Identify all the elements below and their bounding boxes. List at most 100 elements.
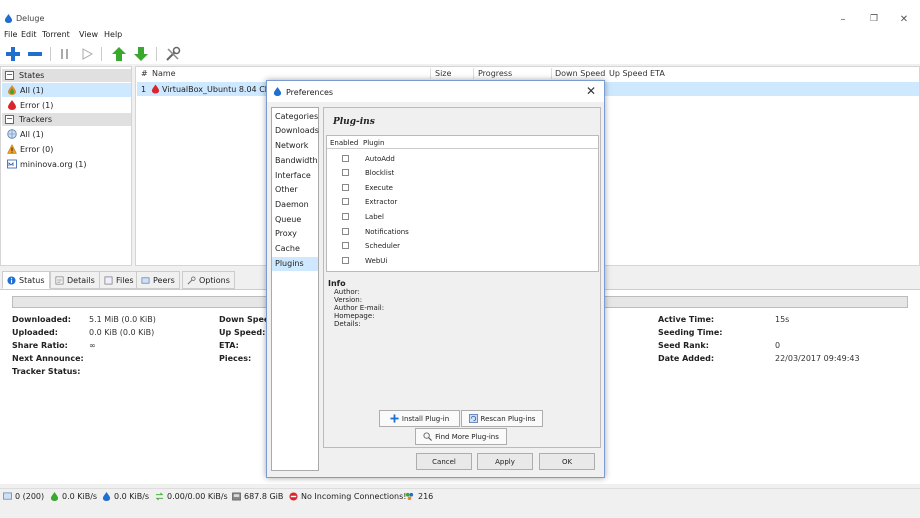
apply-button[interactable]: Apply <box>477 453 533 470</box>
collapse-icon[interactable]: − <box>5 115 14 124</box>
plugin-name: Label <box>365 213 384 221</box>
enable-checkbox[interactable] <box>342 257 349 264</box>
close-icon[interactable]: ✕ <box>896 14 912 25</box>
no-incoming-icon[interactable] <box>289 492 298 501</box>
enable-checkbox[interactable] <box>342 228 349 235</box>
restore-icon[interactable]: ❐ <box>866 14 882 24</box>
category-plugins[interactable]: Plugins <box>272 257 318 271</box>
ok-button[interactable]: OK <box>539 453 595 470</box>
category-other[interactable]: Other <box>272 183 318 197</box>
tab-details[interactable]: Details <box>50 271 100 289</box>
dht-nodes-icon <box>405 492 414 501</box>
enable-checkbox[interactable] <box>342 184 349 191</box>
rescan-plugins-button[interactable]: Rescan Plug-ins <box>461 410 543 427</box>
column-header-eta[interactable]: ETA <box>650 69 665 78</box>
collapse-icon[interactable]: − <box>5 71 14 80</box>
info-header: Info <box>328 279 346 288</box>
resume-button[interactable] <box>78 45 96 63</box>
category-bandwidth[interactable]: Bandwidth <box>272 154 318 168</box>
plugin-info-section: Info Author: Version: Author E-mail: Hom… <box>328 279 384 328</box>
info-author-email: Author E-mail: <box>334 304 385 312</box>
plugin-row[interactable]: WebUi <box>327 254 598 268</box>
row-index: 1 <box>141 85 147 94</box>
sidebar-item-tracker-error[interactable]: Error (0) <box>2 142 131 156</box>
column-header-size[interactable]: Size <box>435 69 451 78</box>
add-torrent-button[interactable] <box>4 45 22 63</box>
category-queue[interactable]: Queue <box>272 213 318 227</box>
plugin-row[interactable]: Label <box>327 210 598 224</box>
states-header-label: States <box>19 71 45 80</box>
pane-title: Plug-ins <box>333 117 375 127</box>
all-icon <box>8 85 16 95</box>
info-author: Author: <box>334 288 360 296</box>
category-interface[interactable]: Interface <box>272 169 318 183</box>
column-header-progress[interactable]: Progress <box>478 69 512 78</box>
menu-view[interactable]: View <box>79 30 98 39</box>
connections-icon[interactable] <box>3 492 12 501</box>
status-bar: 0 (200) 0.0 KiB/s 0.0 KiB/s 0.00/0.00 Ki… <box>0 488 920 504</box>
plugin-row[interactable]: Extractor <box>327 195 598 209</box>
queue-down-button[interactable] <box>132 45 150 63</box>
find-more-plugins-button[interactable]: Find More Plug-ins <box>415 428 507 445</box>
enable-checkbox[interactable] <box>342 169 349 176</box>
category-downloads[interactable]: Downloads <box>272 124 319 138</box>
sidebar-item-tracker-all[interactable]: All (1) <box>2 127 131 141</box>
sidebar-item-state-error[interactable]: Error (1) <box>2 98 131 112</box>
wrench-screwdriver-icon <box>166 46 181 61</box>
column-separator <box>473 68 474 79</box>
enable-checkbox[interactable] <box>342 198 349 205</box>
deluge-app-icon <box>273 87 282 96</box>
plugin-row[interactable]: Blocklist <box>327 166 598 180</box>
dialog-close-icon[interactable]: ✕ <box>586 84 596 98</box>
tab-options[interactable]: Options <box>182 271 235 289</box>
remove-torrent-button[interactable] <box>26 45 44 63</box>
enable-checkbox[interactable] <box>342 213 349 220</box>
plugin-row[interactable]: AutoAdd <box>327 152 598 166</box>
preferences-button[interactable] <box>164 45 182 63</box>
pause-button[interactable] <box>56 45 74 63</box>
category-cache[interactable]: Cache <box>272 242 318 256</box>
menu-file[interactable]: File <box>4 30 17 39</box>
column-header-up-speed[interactable]: Up Speed <box>609 69 648 78</box>
category-network[interactable]: Network <box>272 139 318 153</box>
up-speed-label: Up Speed: <box>219 328 266 337</box>
menu-help[interactable]: Help <box>104 30 122 39</box>
plugin-name: AutoAdd <box>365 155 395 163</box>
tab-peers[interactable]: Peers <box>136 271 180 289</box>
category-daemon[interactable]: Daemon <box>272 198 318 212</box>
column-header-down-speed[interactable]: Down Speed <box>555 69 605 78</box>
queue-up-button[interactable] <box>110 45 128 63</box>
column-header-plugin[interactable]: Plugin <box>363 139 384 147</box>
sidebar-item-tracker-mininova[interactable]: mininova.org (1) <box>2 157 131 171</box>
category-proxy[interactable]: Proxy <box>272 227 318 241</box>
states-header[interactable]: − States <box>2 69 131 82</box>
incoming-connections-status: No Incoming Connections! <box>301 492 407 501</box>
sidebar-item-state-all[interactable]: All (1) <box>2 83 131 97</box>
enable-checkbox[interactable] <box>342 242 349 249</box>
upload-speed-icon[interactable] <box>102 492 111 501</box>
sidebar-item-label: mininova.org (1) <box>20 160 87 169</box>
column-header-name[interactable]: Name <box>152 69 176 78</box>
free-disk-space: 687.8 GiB <box>244 492 284 501</box>
plugin-row[interactable]: Execute <box>327 181 598 195</box>
button-label: Cancel <box>432 457 456 466</box>
menu-edit[interactable]: Edit <box>21 30 37 39</box>
enable-checkbox[interactable] <box>342 155 349 162</box>
cancel-button[interactable]: Cancel <box>416 453 472 470</box>
trackers-header[interactable]: − Trackers <box>2 113 131 126</box>
menu-torrent[interactable]: Torrent <box>42 30 70 39</box>
minimize-icon[interactable]: – <box>835 14 851 25</box>
column-header-enabled[interactable]: Enabled <box>330 139 358 147</box>
install-plugin-button[interactable]: Install Plug-in <box>379 410 460 427</box>
tab-files[interactable]: Files <box>99 271 139 289</box>
tab-status[interactable]: Status <box>2 271 50 289</box>
download-speed-icon[interactable] <box>50 492 59 501</box>
column-header-index[interactable]: # <box>141 69 148 78</box>
tab-label: Details <box>67 275 95 285</box>
plugin-name: Scheduler <box>365 242 401 250</box>
plugin-row[interactable]: Scheduler <box>327 239 598 253</box>
upload-speed: 0.0 KiB/s <box>114 492 150 501</box>
plugin-row[interactable]: Notifications <box>327 225 598 239</box>
arrow-down-icon <box>134 47 148 61</box>
deluge-app-icon <box>4 14 13 23</box>
